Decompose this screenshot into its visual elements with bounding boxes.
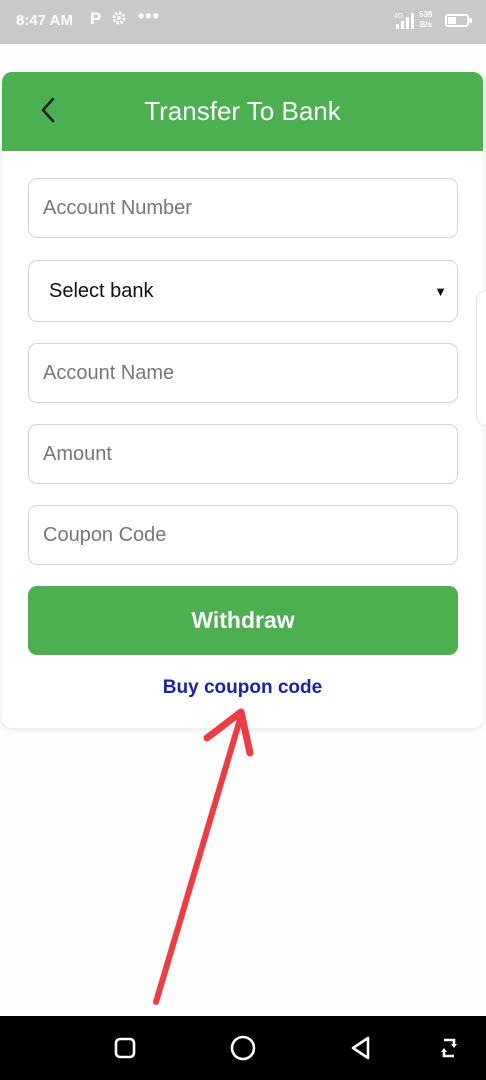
network-type-label: 4G: [394, 13, 403, 20]
withdraw-button[interactable]: Withdraw: [28, 586, 458, 655]
recent-apps-button[interactable]: [109, 1032, 141, 1064]
account-number-input[interactable]: [28, 178, 458, 238]
page-title: Transfer To Bank: [144, 96, 341, 126]
more-notifications-icon: •••: [138, 6, 160, 26]
battery-icon: [445, 14, 472, 27]
square-recent-icon: [114, 1037, 136, 1059]
rotate-button[interactable]: [433, 1032, 465, 1064]
network-speed: 539 B/s: [419, 10, 432, 30]
system-nav-bar: [0, 1016, 486, 1080]
triangle-back-icon: [351, 1036, 370, 1060]
coupon-code-input[interactable]: [28, 505, 458, 565]
circle-home-icon: [230, 1035, 256, 1061]
parking-app-icon: P: [90, 9, 102, 28]
network-speed-unit: B/s: [419, 20, 432, 29]
gear-icon: [111, 10, 127, 31]
status-bar: 8:47 AM P ••• 4G 539 B/s: [0, 0, 486, 44]
account-name-input[interactable]: [28, 343, 458, 403]
card-header: Transfer To Bank: [2, 72, 483, 151]
transfer-card: Transfer To Bank Select bank ▼ Withdraw …: [2, 72, 483, 728]
amount-input[interactable]: [28, 424, 458, 484]
home-button[interactable]: [227, 1032, 259, 1064]
status-time: 8:47 AM: [16, 12, 73, 29]
bank-select[interactable]: Select bank ▼: [28, 260, 458, 322]
bank-select-value: Select bank: [49, 279, 154, 302]
dropdown-caret-icon: ▼: [434, 283, 447, 299]
buy-coupon-code-link[interactable]: Buy coupon code: [2, 677, 483, 699]
network-speed-value: 539: [419, 10, 433, 19]
rotate-icon: [441, 1038, 457, 1058]
signal-icon: 4G: [394, 11, 414, 34]
back-nav-button[interactable]: [345, 1032, 377, 1064]
edge-panel-handle[interactable]: [476, 290, 486, 426]
